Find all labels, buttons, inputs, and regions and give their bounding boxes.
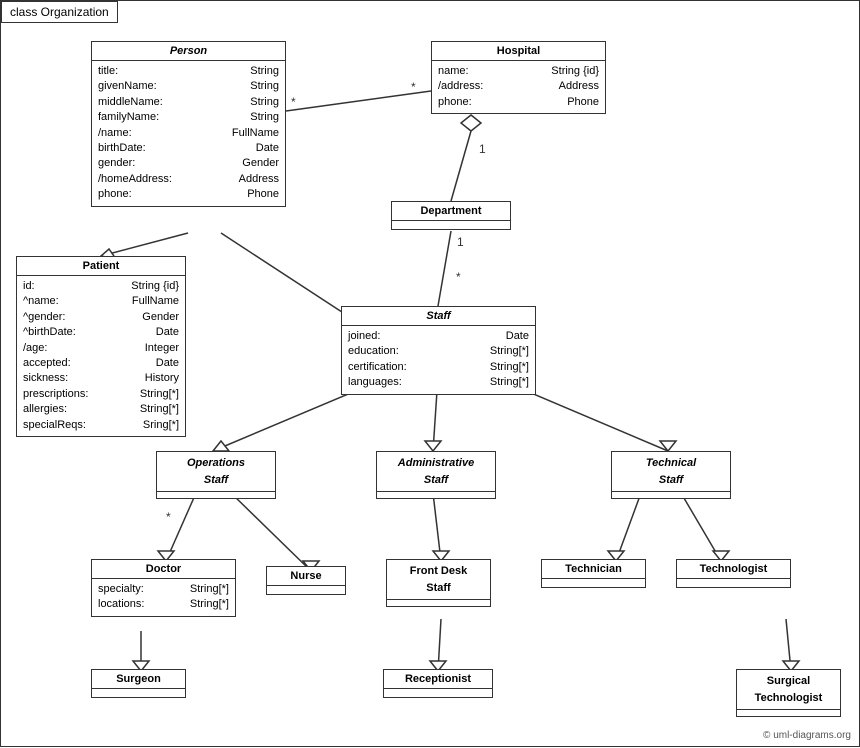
patient-class: Patient id:String {id} ^name:FullName ^g… [16,256,186,437]
svg-text:*: * [411,80,416,94]
surgeon-class: Surgeon [91,669,186,698]
administrative-staff-body [377,492,495,498]
technologist-body [677,579,790,587]
person-header: Person [92,42,285,61]
surgeon-header: Surgeon [92,670,185,689]
person-class: Person title:String givenName:String mid… [91,41,286,207]
hospital-body: name:String {id} /address:Address phone:… [432,61,605,113]
nurse-header: Nurse [267,567,345,586]
surgeon-body [92,689,185,697]
technical-staff-class: TechnicalStaff [611,451,731,499]
technical-staff-header: TechnicalStaff [612,452,730,492]
svg-text:1: 1 [479,142,486,156]
nurse-class: Nurse [266,566,346,595]
receptionist-body [384,689,492,697]
administrative-staff-class: AdministrativeStaff [376,451,496,499]
technician-body [542,579,645,587]
svg-text:*: * [166,510,171,524]
department-body [392,221,510,229]
technologist-header: Technologist [677,560,790,579]
receptionist-class: Receptionist [383,669,493,698]
svg-text:*: * [456,270,461,284]
technical-staff-body [612,492,730,498]
front-desk-staff-body [387,600,490,606]
svg-text:*: * [291,95,296,109]
staff-body: joined:Date education:String[*] certific… [342,326,535,394]
technologist-class: Technologist [676,559,791,588]
department-class: Department [391,201,511,230]
front-desk-staff-class: Front DeskStaff [386,559,491,607]
doctor-body: specialty:String[*] locations:String[*] [92,579,235,616]
patient-body: id:String {id} ^name:FullName ^gender:Ge… [17,276,185,436]
surgical-technologist-body [737,710,840,716]
front-desk-staff-header: Front DeskStaff [387,560,490,600]
person-body: title:String givenName:String middleName… [92,61,285,206]
operations-staff-body [157,492,275,498]
patient-header: Patient [17,257,185,276]
svg-text:1: 1 [457,235,464,249]
administrative-staff-header: AdministrativeStaff [377,452,495,492]
hospital-class: Hospital name:String {id} /address:Addre… [431,41,606,114]
hospital-header: Hospital [432,42,605,61]
nurse-body [267,586,345,594]
technician-class: Technician [541,559,646,588]
surgical-technologist-class: SurgicalTechnologist [736,669,841,717]
doctor-class: Doctor specialty:String[*] locations:Str… [91,559,236,617]
diagram-title: class Organization [1,1,118,23]
operations-staff-class: OperationsStaff [156,451,276,499]
doctor-header: Doctor [92,560,235,579]
department-header: Department [392,202,510,221]
operations-staff-header: OperationsStaff [157,452,275,492]
copyright: © uml-diagrams.org [763,730,851,741]
staff-class: Staff joined:Date education:String[*] ce… [341,306,536,395]
diagram-container: class Organization [0,0,860,747]
technician-header: Technician [542,560,645,579]
receptionist-header: Receptionist [384,670,492,689]
surgical-technologist-header: SurgicalTechnologist [737,670,840,710]
staff-header: Staff [342,307,535,326]
